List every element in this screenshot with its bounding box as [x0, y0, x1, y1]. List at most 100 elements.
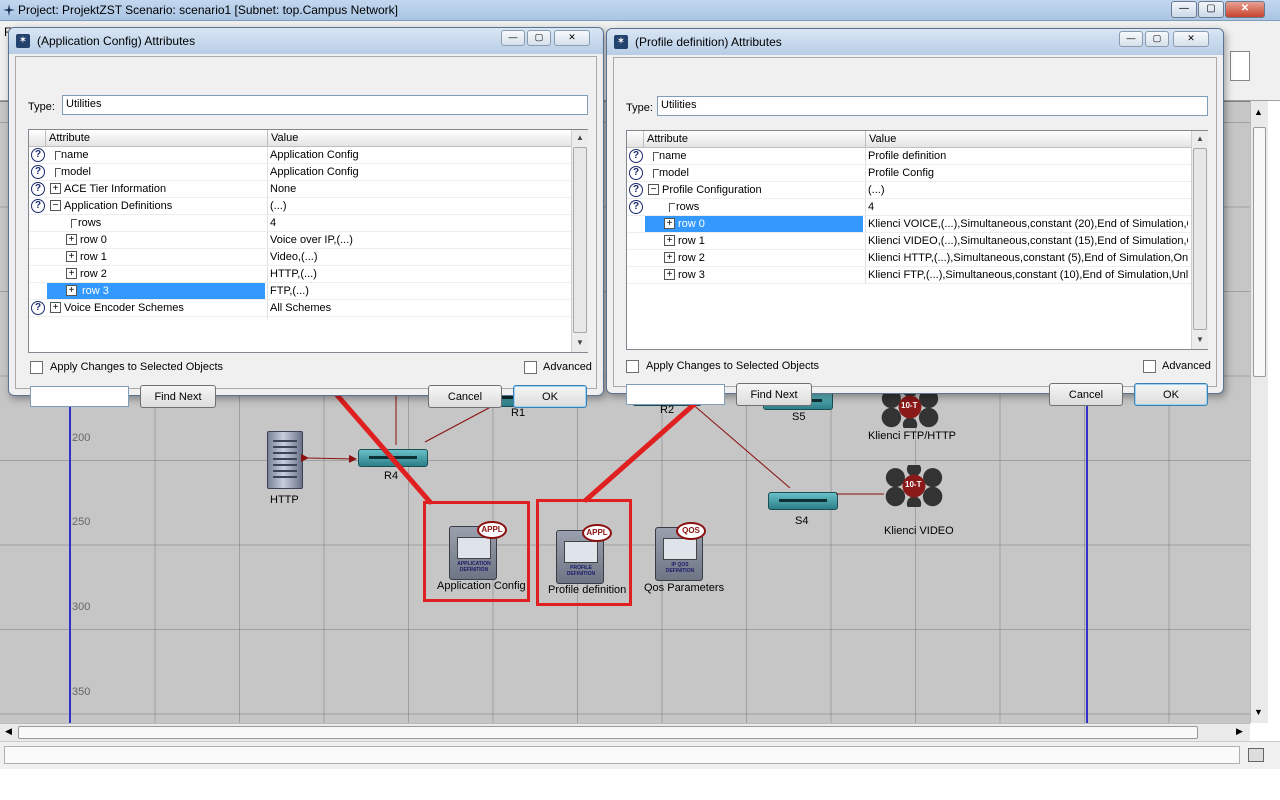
minimize-button[interactable]: — — [1171, 1, 1197, 18]
attr-value[interactable]: Application Config — [270, 149, 565, 161]
help-icon[interactable]: ? — [31, 199, 45, 213]
grid-scrollbar[interactable]: ▲ ▼ — [571, 130, 588, 352]
help-icon[interactable]: ? — [31, 182, 45, 196]
attr-value[interactable]: Video,(...) — [270, 251, 565, 263]
find-next-button[interactable]: Find Next — [736, 383, 812, 406]
vertical-scrollbar[interactable]: ▲ ▼ — [1250, 101, 1268, 723]
grid-scroll-thumb[interactable] — [1193, 148, 1207, 330]
attr-row-row3-selected[interactable]: + row 3 FTP,(...) — [29, 283, 571, 300]
attr-row-row0[interactable]: + row 0 Voice over IP,(...) — [29, 232, 571, 249]
horizontal-scrollbar[interactable]: ◀ ▶ — [0, 723, 1250, 741]
attr-value[interactable]: Profile Config — [868, 167, 1188, 179]
dialog-close-button[interactable]: ✕ — [1173, 31, 1209, 47]
type-field[interactable]: Utilities — [62, 95, 588, 115]
col-attribute-header[interactable]: Attribute — [647, 133, 688, 145]
expand-plus-icon[interactable]: + — [664, 252, 675, 263]
help-icon[interactable]: ? — [629, 166, 643, 180]
type-field[interactable]: Utilities — [657, 96, 1208, 116]
attr-row-ace-tier[interactable]: ? + ACE Tier Information None — [29, 181, 571, 198]
help-icon[interactable]: ? — [31, 165, 45, 179]
ok-button[interactable]: OK — [1134, 383, 1208, 406]
dialog-close-button[interactable]: ✕ — [554, 30, 590, 46]
close-button[interactable]: ✕ — [1225, 1, 1265, 18]
attr-row-row0-selected[interactable]: + row 0 Klienci VOICE,(...),Simultaneous… — [627, 216, 1191, 233]
attr-value[interactable]: (...) — [868, 184, 1188, 196]
horizontal-scroll-thumb[interactable] — [18, 726, 1198, 739]
attr-row-row3[interactable]: + row 3 Klienci FTP,(...),Simultaneous,c… — [627, 267, 1191, 284]
router-r4-icon[interactable] — [358, 449, 428, 467]
attr-row-profile-configuration[interactable]: ? − Profile Configuration (...) — [627, 182, 1191, 199]
help-icon[interactable]: ? — [629, 183, 643, 197]
dialog-minimize-button[interactable]: — — [1119, 31, 1143, 47]
video-clients-icon[interactable]: 10-T — [883, 465, 945, 507]
attr-value[interactable]: All Schemes — [270, 302, 565, 314]
attr-row-model[interactable]: ? model Application Config — [29, 164, 571, 181]
attr-value[interactable]: None — [270, 183, 565, 195]
attr-row-row2[interactable]: + row 2 HTTP,(...) — [29, 266, 571, 283]
scroll-left-icon[interactable]: ◀ — [5, 726, 12, 737]
attr-value[interactable]: Klienci HTTP,(...),Simultaneous,constant… — [868, 252, 1188, 264]
attr-value[interactable]: Klienci VOICE,(...),Simultaneous,constan… — [868, 218, 1188, 230]
col-value-header[interactable]: Value — [271, 132, 298, 144]
attr-value[interactable]: Voice over IP,(...) — [270, 234, 565, 246]
app-attribute-grid[interactable]: Attribute Value ? name Application Confi… — [28, 129, 588, 353]
expand-plus-icon[interactable]: + — [50, 302, 61, 313]
cancel-button[interactable]: Cancel — [428, 385, 502, 408]
help-icon[interactable]: ? — [629, 200, 643, 214]
scroll-down-icon[interactable]: ▼ — [1196, 335, 1204, 344]
vertical-scroll-thumb[interactable] — [1253, 127, 1266, 377]
switch-s4-icon[interactable] — [768, 492, 838, 510]
apply-changes-checkbox[interactable] — [626, 360, 639, 373]
collapse-minus-icon[interactable]: − — [648, 184, 659, 195]
scroll-up-icon[interactable]: ▲ — [1196, 134, 1204, 143]
attr-row-name[interactable]: ? name Application Config — [29, 147, 571, 164]
expand-plus-icon[interactable]: + — [66, 234, 77, 245]
help-icon[interactable]: ? — [629, 149, 643, 163]
find-input[interactable] — [30, 386, 129, 407]
attr-value[interactable]: Klienci FTP,(...),Simultaneous,constant … — [868, 269, 1188, 281]
cancel-button[interactable]: Cancel — [1049, 383, 1123, 406]
scroll-down-icon[interactable]: ▼ — [1254, 707, 1263, 717]
advanced-checkbox[interactable] — [524, 361, 537, 374]
advanced-checkbox[interactable] — [1143, 360, 1156, 373]
status-icon[interactable] — [1248, 748, 1264, 762]
expand-plus-icon[interactable]: + — [66, 285, 77, 296]
attr-row-row2[interactable]: + row 2 Klienci HTTP,(...),Simultaneous,… — [627, 250, 1191, 267]
col-attribute-header[interactable]: Attribute — [49, 132, 90, 144]
find-input[interactable] — [626, 384, 725, 405]
attr-value[interactable]: 4 — [270, 217, 565, 229]
expand-plus-icon[interactable]: + — [664, 218, 675, 229]
attr-row-rows[interactable]: rows 4 — [29, 215, 571, 232]
grid-scrollbar[interactable]: ▲ ▼ — [1191, 131, 1208, 349]
attr-value[interactable]: (...) — [270, 200, 565, 212]
dialog-minimize-button[interactable]: — — [501, 30, 525, 46]
attr-value[interactable]: HTTP,(...) — [270, 268, 565, 280]
scroll-up-icon[interactable]: ▲ — [1254, 107, 1263, 117]
expand-plus-icon[interactable]: + — [664, 235, 675, 246]
ok-button[interactable]: OK — [513, 385, 587, 408]
http-server-icon[interactable] — [267, 431, 303, 489]
attr-row-voice-encoder[interactable]: ? + Voice Encoder Schemes All Schemes — [29, 300, 571, 317]
attr-row-rows[interactable]: ? rows 4 — [627, 199, 1191, 216]
col-value-header[interactable]: Value — [869, 133, 896, 145]
expand-plus-icon[interactable]: + — [66, 268, 77, 279]
attr-value[interactable]: FTP,(...) — [270, 285, 565, 297]
collapse-minus-icon[interactable]: − — [50, 200, 61, 211]
dialog-maximize-button[interactable]: ▢ — [1145, 31, 1169, 47]
attr-value[interactable]: Profile definition — [868, 150, 1188, 162]
expand-plus-icon[interactable]: + — [664, 269, 675, 280]
attr-value[interactable]: Klienci VIDEO,(...),Simultaneous,constan… — [868, 235, 1188, 247]
maximize-button[interactable]: ▢ — [1198, 1, 1224, 18]
help-icon[interactable]: ? — [31, 148, 45, 162]
help-icon[interactable]: ? — [31, 301, 45, 315]
dialog-maximize-button[interactable]: ▢ — [527, 30, 551, 46]
attr-row-application-definitions[interactable]: ? − Application Definitions (...) — [29, 198, 571, 215]
scroll-up-icon[interactable]: ▲ — [576, 133, 584, 142]
attr-row-row1[interactable]: + row 1 Video,(...) — [29, 249, 571, 266]
attr-value[interactable]: Application Config — [270, 166, 565, 178]
prof-attribute-grid[interactable]: Attribute Value ? name Profile definitio… — [626, 130, 1208, 350]
find-next-button[interactable]: Find Next — [140, 385, 216, 408]
attr-row-row1[interactable]: + row 1 Klienci VIDEO,(...),Simultaneous… — [627, 233, 1191, 250]
scroll-right-icon[interactable]: ▶ — [1236, 726, 1243, 737]
expand-plus-icon[interactable]: + — [66, 251, 77, 262]
